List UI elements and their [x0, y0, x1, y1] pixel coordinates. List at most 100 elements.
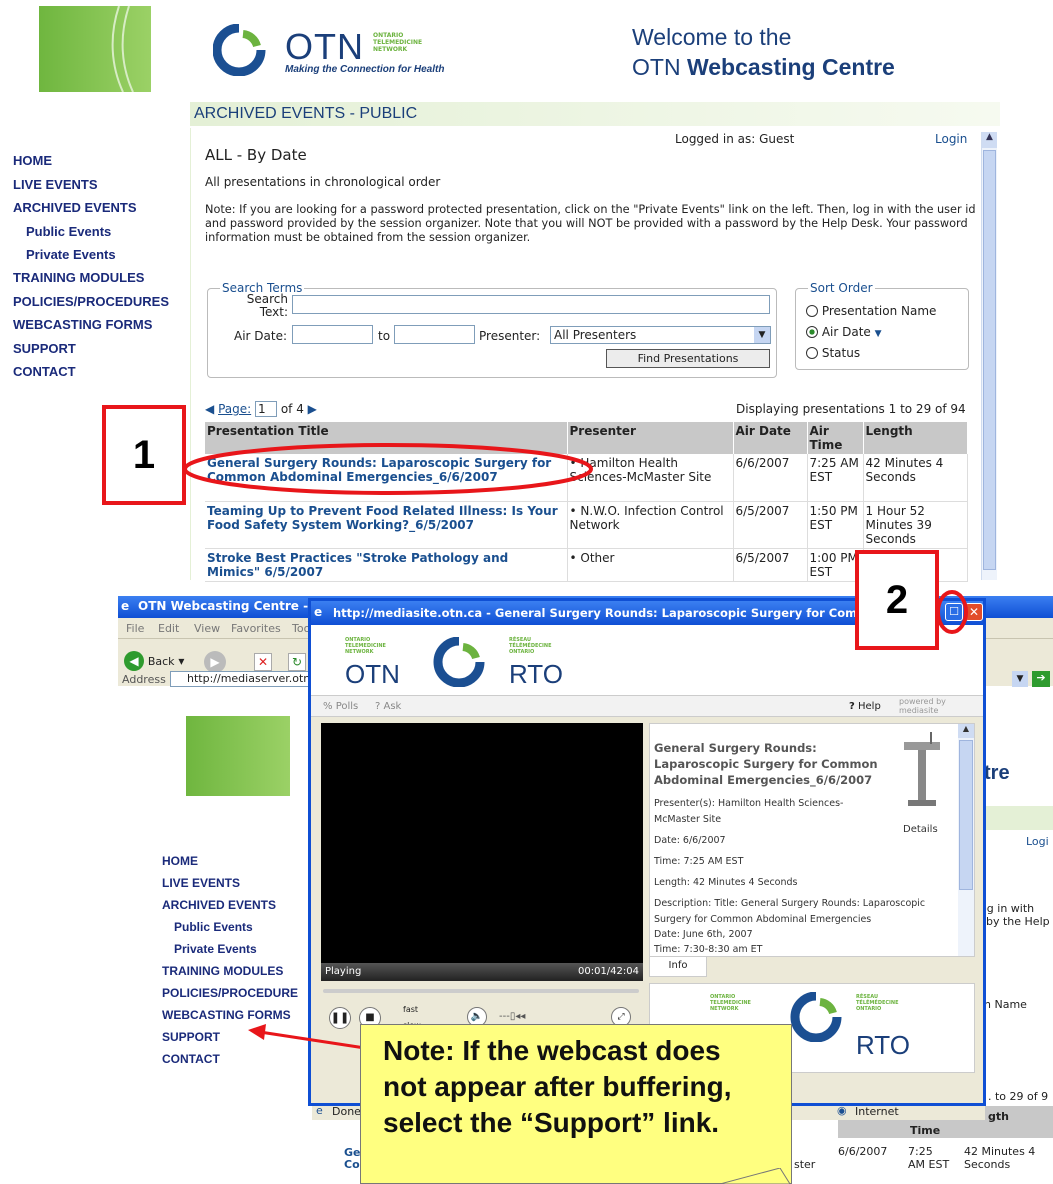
nav-public-events[interactable]: Public Events	[26, 224, 111, 239]
pager: ◀ Page: 1 of 4 ▶	[205, 401, 317, 417]
nav-policies[interactable]: POLICIES/PROCEDURES	[13, 294, 169, 309]
login-link[interactable]: Login	[935, 132, 967, 146]
ie-icon: e	[121, 599, 130, 613]
slide-rto-small: RÉSEAU TÉLÉMÉDECINE ONTARIO	[856, 994, 899, 1012]
otn-wordmark: OTN	[285, 26, 364, 67]
menu-edit[interactable]: Edit	[158, 622, 179, 635]
col-air-time[interactable]: Air Time	[807, 422, 864, 454]
go-arrow-icon[interactable]: ➔	[1032, 671, 1050, 687]
displaying-count: Displaying presentations 1 to 29 of 94	[736, 402, 966, 416]
sort-chevron-icon: ▼	[874, 329, 882, 339]
scroll-up-button[interactable]: ▲	[982, 132, 997, 148]
status-internet: Internet	[855, 1105, 899, 1118]
nav2-private-events[interactable]: Private Events	[174, 942, 257, 956]
note-callout: Note: If the webcast does not appear aft…	[360, 1024, 792, 1184]
timecode: 00:01/42:04	[577, 966, 639, 977]
player-rto-small: RÉSEAU TÉLÉMÉDECINE ONTARIO	[509, 637, 552, 655]
sort-radio-name[interactable]: Presentation Name	[806, 304, 936, 318]
menu-favorites[interactable]: Favorites	[231, 622, 281, 635]
bg-sort-name: n Name	[984, 998, 1027, 1011]
stop-icon[interactable]: ✕	[254, 653, 272, 671]
back-button[interactable]: ◀ Back ▾	[124, 651, 184, 671]
nav2-policies[interactable]: POLICIES/PROCEDURE	[162, 986, 298, 1000]
password-note: Note: If you are looking for a password …	[205, 203, 976, 244]
nav-training-modules[interactable]: TRAINING MODULES	[13, 270, 144, 285]
air-date-label: Air Date:	[234, 329, 288, 343]
nav-private-events[interactable]: Private Events	[26, 247, 116, 262]
row-title-link[interactable]: Stroke Best Practices "Stroke Pathology …	[207, 551, 508, 579]
video-area[interactable]	[321, 723, 643, 963]
col-length[interactable]: Length	[863, 422, 968, 454]
welcome-line2: OTN Webcasting Centre	[632, 54, 895, 80]
callout-1-label: 1	[132, 433, 156, 477]
refresh-icon[interactable]: ↻	[288, 653, 306, 671]
page-link[interactable]: Page:	[218, 402, 251, 416]
nav-contact[interactable]: CONTACT	[13, 364, 76, 379]
note-callout-text: Note: If the webcast does not appear aft…	[383, 1035, 732, 1138]
playing-status: Playing	[325, 966, 362, 977]
prev-page-icon[interactable]: ◀	[205, 402, 214, 416]
presenter-select[interactable]: All Presenters ▼	[550, 326, 771, 344]
nav-archived-events[interactable]: ARCHIVED EVENTS	[13, 200, 137, 215]
polls-button[interactable]: % Polls	[323, 701, 358, 712]
sort-radio-airdate[interactable]: Air Date ▼	[806, 325, 882, 339]
bg-note2: by the Help	[986, 915, 1050, 928]
search-text-input[interactable]	[292, 295, 770, 314]
next-page-icon[interactable]: ▶	[308, 402, 317, 416]
air-date-from-input[interactable]	[292, 325, 373, 344]
bg-login[interactable]: Logi	[1026, 835, 1049, 848]
info-panel: General Surgery Rounds: Laparoscopic Sur…	[649, 723, 975, 957]
maximize-highlight-ellipse	[936, 590, 968, 634]
callout-2-label: 2	[885, 578, 909, 622]
info-date2: Date: June 6th, 2007	[654, 929, 753, 940]
nav2-archived-events[interactable]: ARCHIVED EVENTS	[162, 898, 276, 912]
sort-radio-status[interactable]: Status	[806, 346, 860, 360]
bg-row-title2[interactable]: Co	[344, 1158, 360, 1171]
green-logo-swoosh	[111, 5, 134, 93]
polls-icon: %	[323, 701, 333, 712]
volume-slider[interactable]: ---▯◂◂	[499, 1011, 525, 1022]
info-tab[interactable]: Info	[649, 957, 707, 977]
search-text-label: Search Text:	[246, 292, 288, 319]
nav-home[interactable]: HOME	[13, 153, 52, 168]
menu-file[interactable]: File	[126, 622, 144, 635]
col-air-date[interactable]: Air Date	[733, 422, 808, 454]
address-dropdown-icon[interactable]: ▼	[1012, 671, 1028, 687]
row-title-link[interactable]: Teaming Up to Prevent Food Related Illne…	[207, 504, 558, 532]
scroll-thumb[interactable]	[983, 150, 996, 570]
chevron-down-icon[interactable]: ▼	[754, 327, 770, 343]
slide-swirl-icon	[790, 992, 842, 1042]
info-scrollbar[interactable]: ▲	[958, 724, 974, 956]
player-otn: OTN	[345, 659, 400, 689]
nav-webcasting-forms[interactable]: WEBCASTING FORMS	[13, 317, 152, 332]
forward-button[interactable]: ▶	[204, 651, 226, 673]
page-input[interactable]: 1	[254, 401, 277, 417]
nav2-support[interactable]: SUPPORT	[162, 1030, 220, 1044]
nav2-live-events[interactable]: LIVE EVENTS	[162, 876, 240, 890]
callout-1-box: 1	[102, 405, 186, 505]
nav2-public-events[interactable]: Public Events	[174, 920, 253, 934]
table-row: Stroke Best Practices "Stroke Pathology …	[205, 548, 968, 582]
air-date-to-input[interactable]	[394, 325, 475, 344]
help-button[interactable]: ? Help	[849, 701, 881, 712]
nav-live-events[interactable]: LIVE EVENTS	[13, 177, 98, 192]
back-arrow-icon: ◀	[124, 651, 144, 671]
bg-row-date: 6/6/2007	[838, 1145, 888, 1158]
menu-view[interactable]: View	[194, 622, 220, 635]
details-link[interactable]: Details	[903, 824, 938, 835]
help-icon: ?	[849, 701, 855, 712]
speed-fast-label: fast	[403, 1005, 419, 1014]
ask-button[interactable]: ? Ask	[375, 701, 401, 712]
player-ie-icon: e	[314, 605, 323, 619]
nav-support[interactable]: SUPPORT	[13, 341, 76, 356]
scrollbar-vertical[interactable]: ▲	[981, 132, 997, 580]
page-heading: ALL - By Date	[205, 146, 307, 164]
slide-otn-small: ONTARIO TELEMEDICINE NETWORK	[710, 994, 751, 1012]
nav2-home[interactable]: HOME	[162, 854, 198, 868]
address-input[interactable]: http://mediaserver.otn.c	[170, 671, 320, 687]
nav2-training-modules[interactable]: TRAINING MODULES	[162, 964, 283, 978]
seek-bar[interactable]	[323, 989, 639, 993]
nav2-contact[interactable]: CONTACT	[162, 1052, 220, 1066]
find-presentations-button[interactable]: Find Presentations	[606, 349, 770, 368]
info-title: General Surgery Rounds: Laparoscopic Sur…	[654, 741, 878, 787]
